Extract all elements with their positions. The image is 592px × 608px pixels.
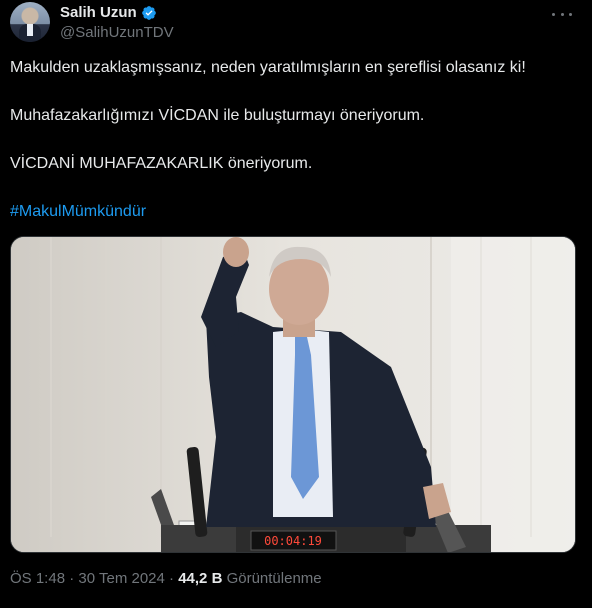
speaker-photo: 00:04:19 xyxy=(11,237,575,552)
display-name[interactable]: Salih Uzun xyxy=(60,4,137,21)
name-row: Salih Uzun xyxy=(60,4,157,21)
tweet-header: Salih Uzun @SalihUzunTDV xyxy=(10,2,582,42)
tweet-meta: ÖS 1:48 · 30 Tem 2024 · 44,2 B Görüntüle… xyxy=(10,570,322,587)
podium-timer: 00:04:19 xyxy=(264,534,322,548)
meta-separator: · xyxy=(65,570,79,587)
meta-separator: · xyxy=(164,570,179,587)
hashtag-link[interactable]: #MakulMümkündür xyxy=(10,203,146,220)
tweet-time[interactable]: ÖS 1:48 xyxy=(10,570,65,587)
avatar[interactable] xyxy=(10,2,50,42)
tweet-line-1: Makulden uzaklaşmışsanız, neden yaratılm… xyxy=(10,59,526,76)
tweet-date[interactable]: 30 Tem 2024 xyxy=(78,570,164,587)
avatar-shirt xyxy=(27,24,33,36)
tweet-line-3: VİCDANİ MUHAFAZAKARLIK öneriyorum. xyxy=(10,155,313,172)
tweet-text: Makulden uzaklaşmışsanız, neden yaratılm… xyxy=(10,58,582,222)
views-count: 44,2 B xyxy=(178,570,223,587)
handle[interactable]: @SalihUzunTDV xyxy=(60,24,174,41)
tweet-media-image[interactable]: 00:04:19 xyxy=(10,236,576,553)
more-options-icon[interactable] xyxy=(552,6,572,22)
views-label: Görüntülenme xyxy=(222,570,322,587)
tweet-line-2: Muhafazakarlığımızı VİCDAN ile buluşturm… xyxy=(10,107,425,124)
verified-badge-icon xyxy=(141,5,157,21)
